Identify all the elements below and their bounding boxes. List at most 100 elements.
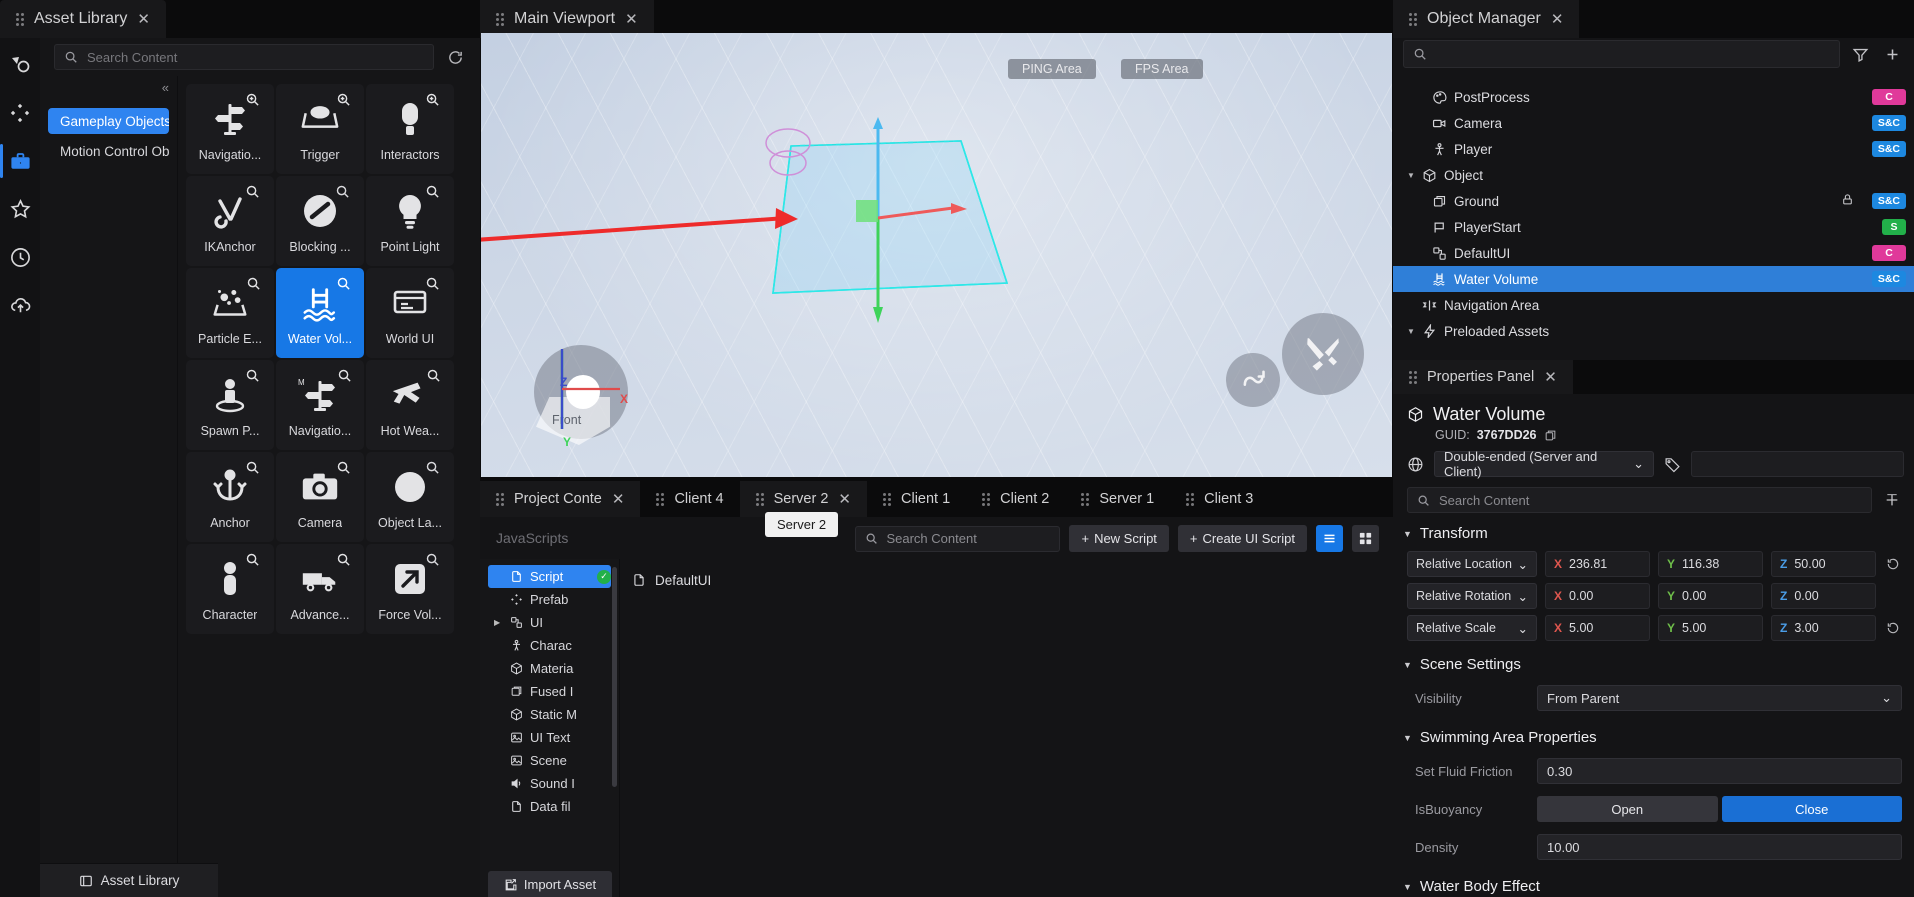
category-motion-control-objects[interactable]: Motion Control Obj... [48, 138, 169, 164]
section-water-body-effect[interactable]: ▼ Water Body Effect [1393, 866, 1914, 897]
filter-icon[interactable] [1848, 42, 1872, 66]
cloud-upload-icon[interactable] [7, 292, 33, 318]
object-search-input[interactable] [1436, 46, 1830, 62]
tab-asset-library[interactable]: Asset Library ✕ [0, 0, 166, 38]
chevron-right-icon[interactable]: ▶ [494, 618, 500, 627]
tree-item-static-mesh[interactable]: Static M [488, 703, 611, 726]
drag-grip-icon[interactable] [1186, 492, 1196, 506]
scale-x-field[interactable]: X 5.00 [1545, 615, 1650, 641]
tree-item-data-file[interactable]: Data fil [488, 795, 611, 818]
section-swimming-area[interactable]: ▼ Swimming Area Properties [1393, 717, 1914, 752]
asset-library-footer-button[interactable]: Asset Library [40, 863, 218, 897]
asset-cell-character[interactable]: Character [186, 544, 274, 634]
object-row-camera[interactable]: Camera S&C [1393, 110, 1914, 136]
object-row-defaultui[interactable]: DefaultUI C [1393, 240, 1914, 266]
object-row-player[interactable]: Player S&C [1393, 136, 1914, 162]
relative-scale-select[interactable]: Relative Scale ⌄ [1407, 615, 1537, 641]
sword-tool-button[interactable] [1282, 313, 1364, 395]
chevron-down-icon[interactable]: ▼ [1403, 327, 1419, 336]
object-row-postprocess[interactable]: PostProcess C [1393, 84, 1914, 110]
magnify-badge-icon[interactable] [425, 276, 440, 291]
tree-item-fused[interactable]: Fused I [488, 680, 611, 703]
magnify-badge-icon[interactable] [336, 92, 351, 107]
drag-grip-icon[interactable] [1409, 12, 1419, 26]
ping-area-badge[interactable]: PING Area [1008, 59, 1096, 79]
asset-cell-anchor[interactable]: Anchor [186, 452, 274, 542]
object-row-water-volume[interactable]: Water Volume S&C [1393, 266, 1914, 292]
close-icon[interactable]: ✕ [1551, 12, 1564, 27]
tree-scrollbar[interactable] [612, 567, 617, 787]
tab-server-1[interactable]: Server 1 [1065, 481, 1171, 517]
magnify-badge-icon[interactable] [336, 460, 351, 475]
asset-cell-force-volume[interactable]: Force Vol... [366, 544, 454, 634]
tab-properties-panel[interactable]: Properties Panel ✕ [1393, 360, 1573, 394]
rotation-y-field[interactable]: Y 0.00 [1658, 583, 1763, 609]
magnify-badge-icon[interactable] [335, 184, 350, 199]
object-search-box[interactable] [1403, 40, 1840, 68]
drag-grip-icon[interactable] [1081, 492, 1091, 506]
asset-cell-navigation[interactable]: Navigatio... [186, 84, 274, 174]
location-y-field[interactable]: Y 116.38 [1658, 551, 1763, 577]
search-input[interactable] [87, 49, 424, 65]
magnify-badge-icon[interactable] [245, 368, 260, 383]
asset-cell-navigation-m[interactable]: M Navigatio... [276, 360, 364, 450]
magnify-badge-icon[interactable] [425, 552, 440, 567]
asset-cell-interactors[interactable]: Interactors [366, 84, 454, 174]
asset-cell-trigger[interactable]: Trigger [276, 84, 364, 174]
fluid-friction-input[interactable]: 0.30 [1537, 758, 1902, 784]
undo-curve-tool-button[interactable] [1226, 353, 1280, 407]
tree-item-sound[interactable]: Sound I [488, 772, 611, 795]
lock-icon[interactable] [1841, 193, 1854, 206]
drag-grip-icon[interactable] [16, 12, 26, 26]
drag-grip-icon[interactable] [883, 492, 893, 506]
drag-grip-icon[interactable] [496, 492, 506, 506]
magnify-badge-icon[interactable] [425, 184, 440, 199]
scale-y-field[interactable]: Y 5.00 [1658, 615, 1763, 641]
tree-item-material[interactable]: Materia [488, 657, 611, 680]
drag-grip-icon[interactable] [982, 492, 992, 506]
section-transform[interactable]: ▼ Transform [1393, 513, 1914, 548]
refresh-icon[interactable] [444, 46, 466, 68]
tab-client-1[interactable]: Client 1 [867, 481, 967, 517]
asset-cell-camera[interactable]: Camera [276, 452, 364, 542]
list-view-icon[interactable] [1316, 525, 1343, 552]
import-asset-button[interactable]: Import Asset [488, 871, 612, 897]
rotation-z-field[interactable]: Z 0.00 [1771, 583, 1876, 609]
asset-cell-world-ui[interactable]: World UI [366, 268, 454, 358]
project-search-box[interactable]: Search Content [855, 525, 1061, 552]
magnify-badge-icon[interactable] [425, 92, 440, 107]
location-z-field[interactable]: Z 50.00 [1771, 551, 1876, 577]
asset-cell-spawn-point[interactable]: Spawn P... [186, 360, 274, 450]
tag-icon[interactable] [1664, 456, 1681, 473]
close-icon[interactable]: ✕ [1544, 370, 1557, 385]
section-scene-settings[interactable]: ▼ Scene Settings [1393, 644, 1914, 679]
asset-cell-blocking[interactable]: Blocking ... [276, 176, 364, 266]
location-x-field[interactable]: X 236.81 [1545, 551, 1650, 577]
properties-search-box[interactable]: Search Content [1407, 487, 1872, 513]
magnify-badge-icon[interactable] [337, 368, 352, 383]
tree-item-script[interactable]: Script ✓ [488, 565, 611, 588]
asset-cell-point-light[interactable]: Point Light [366, 176, 454, 266]
magnify-badge-icon[interactable] [336, 552, 351, 567]
navigation-gizmo[interactable]: Front Z X Y [526, 339, 636, 449]
object-row-preloaded-assets[interactable]: ▼ Preloaded Assets [1393, 318, 1914, 344]
tree-item-scene-texture[interactable]: Scene [488, 749, 611, 772]
magnify-badge-icon[interactable] [245, 460, 260, 475]
drag-grip-icon[interactable] [656, 492, 666, 506]
tree-item-prefab[interactable]: Prefab [488, 588, 611, 611]
magnify-badge-icon[interactable] [425, 460, 440, 475]
magnify-badge-icon[interactable] [245, 92, 260, 107]
relative-location-select[interactable]: Relative Location ⌄ [1407, 551, 1537, 577]
magnify-badge-icon[interactable] [426, 368, 441, 383]
tab-client-4[interactable]: Client 4 [640, 481, 740, 517]
network-mode-select[interactable]: Double-ended (Server and Client) ⌄ [1434, 449, 1654, 479]
drag-grip-icon[interactable] [755, 492, 766, 506]
object-row-navigation-area[interactable]: Navigation Area [1393, 292, 1914, 318]
tab-object-manager[interactable]: Object Manager ✕ [1393, 0, 1580, 38]
category-gameplay-objects[interactable]: Gameplay Objects [48, 108, 169, 134]
search-box[interactable] [54, 44, 434, 70]
toolbox-icon[interactable] [0, 144, 33, 178]
shapes-icon[interactable] [7, 52, 33, 78]
asset-cell-ikanchor[interactable]: IKAnchor [186, 176, 274, 266]
magnify-badge-icon[interactable] [336, 276, 351, 291]
